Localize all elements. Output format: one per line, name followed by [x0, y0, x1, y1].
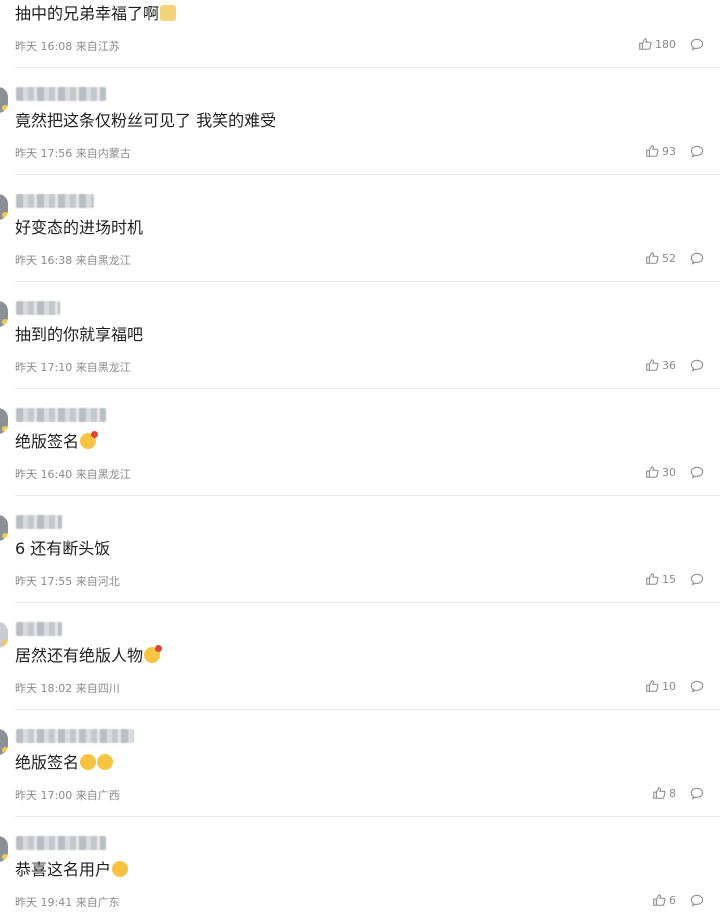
reply-icon[interactable] — [690, 252, 704, 265]
comment-item: 绝版签名 昨天 16:40 来自黑龙江 30 — [0, 389, 720, 496]
cat-emoji-icon — [160, 5, 177, 21]
like-count: 15 — [662, 572, 676, 586]
like-button[interactable]: 36 — [645, 358, 676, 372]
comment-meta: 昨天 16:08 来自江苏 — [15, 40, 120, 53]
like-count: 6 — [669, 893, 676, 907]
username-blurred[interactable] — [16, 729, 134, 743]
username-blurred[interactable] — [16, 515, 62, 529]
comment-meta: 昨天 16:40 来自黑龙江 — [15, 468, 131, 481]
username-blurred[interactable] — [16, 301, 60, 315]
comment-item: 竟然把这条仅粉丝可见了 我笑的难受 昨天 17:56 来自内蒙古 93 — [0, 68, 720, 175]
comment-item: 好变态的进场时机 昨天 16:38 来自黑龙江 52 — [0, 175, 720, 282]
thinking-emoji-icon — [80, 754, 97, 770]
like-button[interactable]: 15 — [645, 572, 676, 586]
avatar[interactable] — [0, 836, 8, 862]
comment-item: 恭喜这名用户 昨天 19:41 来自广东 6 — [0, 817, 720, 924]
comment-text: 抽中的兄弟幸福了啊 — [15, 3, 177, 25]
thumbs-up-icon — [646, 145, 659, 157]
like-count: 180 — [655, 37, 676, 51]
comment-text: 恭喜这名用户 — [15, 859, 129, 881]
like-button[interactable]: 8 — [652, 786, 676, 800]
avatar[interactable] — [0, 87, 8, 113]
thinking-emoji-icon — [97, 754, 114, 770]
thumbs-up-icon — [646, 466, 659, 478]
comment-text: 居然还有绝版人物 — [15, 645, 163, 667]
comment-text: 绝版签名 — [15, 752, 114, 774]
comment-item: 抽到的你就享福吧 昨天 17:10 来自黑龙江 36 — [0, 282, 720, 389]
reply-icon[interactable] — [690, 466, 704, 479]
comment-text: 竟然把这条仅粉丝可见了 我笑的难受 — [15, 111, 277, 130]
comment-text: 好变态的进场时机 — [15, 218, 144, 237]
comment-meta: 昨天 17:00 来自广西 — [15, 789, 120, 802]
avatar[interactable] — [0, 301, 8, 327]
comment-meta: 昨天 16:38 来自黑龙江 — [15, 254, 131, 267]
thumbs-up-icon — [646, 573, 659, 585]
avatar[interactable] — [0, 515, 8, 541]
like-count: 52 — [662, 251, 676, 265]
comment-item: 居然还有绝版人物 昨天 18:02 来自四川 10 — [0, 603, 720, 710]
thumbs-up-icon — [653, 787, 666, 799]
thumbs-up-icon — [646, 680, 659, 692]
like-button[interactable]: 93 — [645, 144, 676, 158]
comment-item: 6 还有断头饭 昨天 17:55 来自河北 15 — [0, 496, 720, 603]
reply-icon[interactable] — [690, 359, 704, 372]
reply-icon[interactable] — [690, 787, 704, 800]
thumbs-up-icon — [646, 359, 659, 371]
avatar[interactable] — [0, 194, 8, 220]
like-count: 36 — [662, 358, 676, 372]
comment-meta: 昨天 17:10 来自黑龙江 — [15, 361, 131, 374]
comment-text: 抽到的你就享福吧 — [15, 325, 144, 344]
like-count: 30 — [662, 465, 676, 479]
face-emoji-icon — [80, 431, 99, 449]
username-blurred[interactable] — [16, 622, 62, 636]
like-button[interactable]: 180 — [638, 37, 676, 51]
reply-icon[interactable] — [690, 680, 704, 693]
thumbs-up-icon — [646, 252, 659, 264]
like-count: 8 — [669, 786, 676, 800]
comment-meta: 昨天 19:41 来自广东 — [15, 896, 120, 909]
avatar[interactable] — [0, 408, 8, 434]
like-button[interactable]: 10 — [645, 679, 676, 693]
username-blurred[interactable] — [16, 194, 94, 208]
comment-text: 绝版签名 — [15, 431, 99, 453]
reply-icon[interactable] — [690, 38, 704, 51]
comment-meta: 昨天 18:02 来自四川 — [15, 682, 120, 695]
comment-item: 绝版签名 昨天 17:00 来自广西 8 — [0, 710, 720, 817]
comment-meta: 昨天 17:56 来自内蒙古 — [15, 147, 131, 160]
username-blurred[interactable] — [16, 836, 106, 850]
face-emoji-icon — [144, 645, 163, 663]
avatar[interactable] — [0, 729, 8, 755]
username-blurred[interactable] — [16, 87, 106, 101]
like-count: 93 — [662, 144, 676, 158]
thumbs-up-icon — [653, 894, 666, 906]
reply-icon[interactable] — [690, 145, 704, 158]
like-count: 10 — [662, 679, 676, 693]
like-button[interactable]: 30 — [645, 465, 676, 479]
thumbs-up-icon — [639, 38, 652, 50]
avatar[interactable] — [0, 622, 8, 648]
like-button[interactable]: 52 — [645, 251, 676, 265]
reply-icon[interactable] — [690, 894, 704, 907]
comment-meta: 昨天 17:55 来自河北 — [15, 575, 120, 588]
like-button[interactable]: 6 — [652, 893, 676, 907]
username-blurred[interactable] — [16, 408, 106, 422]
comment-text: 6 还有断头饭 — [15, 539, 111, 558]
laughing-emoji-icon — [112, 861, 129, 877]
reply-icon[interactable] — [690, 573, 704, 586]
